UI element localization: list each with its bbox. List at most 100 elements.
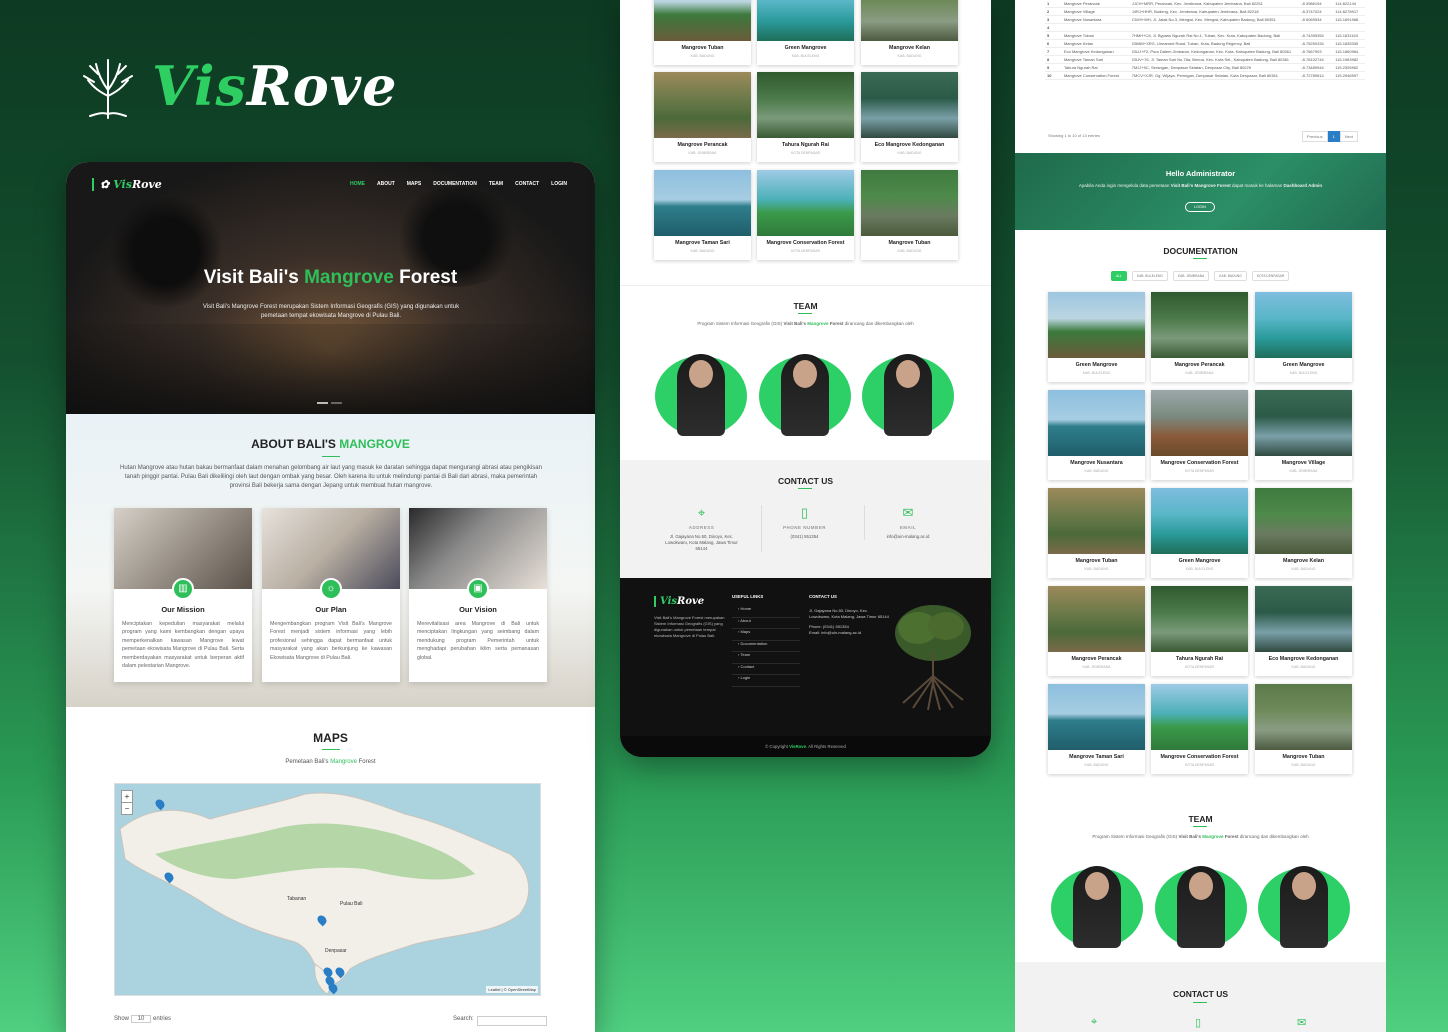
documentation-card[interactable]: Mangrove Perancak KAB. JEMBRANA (1151, 292, 1248, 382)
documentation-card[interactable]: Eco Mangrove Kedonganan KAB. BADUNG (1255, 586, 1352, 676)
image-icon: ▣ (467, 578, 489, 600)
footer-link-maps[interactable]: › Maps (732, 629, 800, 641)
documentation-card[interactable]: Mangrove Kelan KAB. BADUNG (1255, 488, 1352, 578)
documentation-card[interactable]: Mangrove Village KAB. JEMBRANA (1255, 390, 1352, 480)
footer-link-contact[interactable]: › Contact (732, 664, 800, 675)
gallery-card[interactable]: Mangrove Kelan KAB. BADUNG (861, 0, 958, 65)
gallery-card[interactable]: Mangrove Taman Sari KAB. BADUNG (654, 170, 751, 260)
nav-item-about[interactable]: ABOUT (377, 181, 395, 187)
maps-subtitle: Pemetaan Bali's Mangrove Forest (285, 759, 376, 765)
envelope-icon: ✉ (902, 505, 914, 520)
mission-card: ▥ Our Mission Menciptakan kepedulian masya… (114, 508, 252, 682)
admin-login-button[interactable]: LOGIN (1185, 202, 1215, 212)
phone-icon: ▯ (1195, 1017, 1202, 1029)
entries-length: Show 10 entries (114, 1015, 172, 1023)
filter-all[interactable]: ALL (1111, 271, 1127, 281)
gallery-card[interactable]: Eco Mangrove Kedonganan KAB. BADUNG (861, 72, 958, 162)
documentation-card[interactable]: Mangrove Conservation Forest KOTA DENPASA… (1151, 684, 1248, 774)
filter-kab-buleleng[interactable]: KAB. BULELENG (1131, 271, 1168, 281)
nav-item-contact[interactable]: CONTACT (515, 181, 539, 187)
map-attribution[interactable]: Leaflet | © OpenStreetMap (486, 986, 538, 993)
documentation-card[interactable]: Green Mangrove KAB. BULELENG (1151, 488, 1248, 578)
table-row: 7 Eco Mangrove Kedonganan G5JJ+F2, Pura Da… (1045, 47, 1365, 56)
vision-photo (409, 508, 547, 589)
documentation-photo (1048, 292, 1145, 358)
documentation-card[interactable]: Mangrove Tuban KAB. BADUNG (1048, 488, 1145, 578)
documentation-photo (1151, 292, 1248, 358)
table-row: 6 Mangrove Kelan G5MM+XRG, Unnamed Road, T… (1045, 39, 1365, 48)
documentation-card[interactable]: Green Mangrove KAB. BULELENG (1255, 292, 1352, 382)
footer-description: Visit Bali's Mangrove Forest merupakan S… (654, 615, 725, 638)
about-title: ABOUT BALI'S MANGROVE (251, 437, 410, 451)
documentation-photo (1048, 684, 1145, 750)
envelope-icon: ✉ (1297, 1017, 1307, 1029)
tree-logo-icon (83, 59, 133, 119)
documentation-photo (1255, 292, 1352, 358)
footer-link-documentation[interactable]: › Documentation (732, 641, 800, 652)
team-member-avatar (1258, 856, 1350, 948)
leaflet-map[interactable]: Pulau Bali Tabanan Denpasar + − Leaflet |… (114, 783, 541, 996)
footer: VisRove Visit Bali's Mangrove Forest mer… (620, 578, 991, 757)
navbar-logo[interactable]: ✿ VisRove (92, 177, 162, 191)
team-section: TEAM Program Sistem Informasi Geografis … (620, 285, 991, 458)
gallery-photo (757, 0, 854, 41)
team-member-avatar (1051, 856, 1143, 948)
zoom-out-button[interactable]: − (122, 803, 132, 814)
gallery-card[interactable]: Green Mangrove KAB. BULELENG (757, 0, 854, 65)
plan-card: ☼ Our Plan Mengembangkan program Visit Bal… (262, 508, 400, 682)
search-input[interactable] (476, 1016, 547, 1026)
contact-email: ✉ EMAIL info@uin-malang.ac.id (848, 505, 968, 540)
footer-link-home[interactable]: › Home (732, 606, 800, 618)
documentation-card[interactable]: Tahura Ngurah Rai KOTA DENPASAR (1151, 586, 1248, 676)
zoom-controls: + − (121, 790, 133, 815)
entries-select[interactable]: 10 (130, 1015, 152, 1023)
footer-link-about[interactable]: › About (732, 618, 800, 629)
documentation-card[interactable]: Green Mangrove KAB. BULELENG (1048, 292, 1145, 382)
previous-page-button[interactable]: Previous (1302, 131, 1328, 142)
hero-section: ✿ VisRove HOME ABOUT MAPS DOCUMENTATION TEAM C… (66, 162, 595, 414)
zoom-in-button[interactable]: + (122, 791, 132, 803)
pagination: Previous 1 Next (1302, 131, 1359, 142)
brand-logo: VisRove (74, 52, 398, 120)
documentation-card[interactable]: Mangrove Tuban KAB. BADUNG (1255, 684, 1352, 774)
documentation-card[interactable]: Mangrove Nusantara KAB. BADUNG (1048, 390, 1145, 480)
documentation-card[interactable]: Mangrove Perancak KAB. JEMBRANA (1048, 586, 1145, 676)
contact-section: CONTACT US ⌖ ADDRESS Jl. Gajayana No.50, D… (620, 460, 991, 578)
footer-contact: Jl. Gajayana No.50, Dinoyo, Kec. Lowokwa… (809, 608, 889, 635)
filter-kab-jembrana[interactable]: KAB. JEMBRANA (1172, 271, 1210, 281)
next-page-button[interactable]: Next (1339, 131, 1359, 142)
page-1-button[interactable]: 1 (1327, 131, 1340, 142)
gallery-photo (861, 170, 958, 236)
table-row: 10 Mangrove Conservation Forest 7MCV+XJR, … (1045, 71, 1365, 80)
documentation-photo (1255, 684, 1352, 750)
documentation-card[interactable]: Mangrove Conservation Forest KOTA DENPASA… (1151, 390, 1248, 480)
admin-banner: Hello Administrator Apabila Anda ingin m… (1015, 153, 1386, 230)
mobile-homepage-panel: Mangrove Tuban KAB. BADUNG Green Mangrove K… (620, 0, 991, 757)
filter-kota-denpasar[interactable]: KOTA DENPASAR (1251, 271, 1290, 281)
filter-kab-badung[interactable]: KAB. BADUNG (1214, 271, 1247, 281)
carousel-indicators[interactable] (317, 402, 342, 404)
nav-item-documentation[interactable]: DOCUMENTATION (433, 181, 477, 187)
gallery-card[interactable]: Mangrove Perancak KAB. JEMBRANA (654, 72, 751, 162)
mission-photo (114, 508, 252, 589)
documentation-photo (1151, 586, 1248, 652)
nav-item-login[interactable]: LOGIN (551, 181, 567, 187)
team-subtitle: Program Sistem Informasi Geografis (GIS)… (697, 321, 914, 326)
gallery-card[interactable]: Tahura Ngurah Rai KOTA DENPASAR (757, 72, 854, 162)
nav-item-maps[interactable]: MAPS (407, 181, 421, 187)
gallery-card[interactable]: Mangrove Tuban KAB. BADUNG (861, 170, 958, 260)
table-info: Showing 1 to 10 of 13 entries (1048, 133, 1100, 138)
nav-item-home[interactable]: HOME (350, 181, 365, 187)
nav-item-team[interactable]: TEAM (489, 181, 503, 187)
footer-link-team[interactable]: › Team (732, 652, 800, 664)
footer-link-login[interactable]: › Login (732, 675, 800, 687)
gallery-card[interactable]: Mangrove Tuban KAB. BADUNG (654, 0, 751, 65)
team-member-avatar (759, 344, 851, 436)
gallery-card[interactable]: Mangrove Conservation Forest KOTA DENPASA… (757, 170, 854, 260)
documentation-photo (1255, 488, 1352, 554)
contact-section: CONTACT US ⌖ ▯ ✉ (1015, 962, 1386, 1032)
documentation-card[interactable]: Mangrove Taman Sari KAB. BADUNG (1048, 684, 1145, 774)
navbar: ✿ VisRove HOME ABOUT MAPS DOCUMENTATION TEAM C… (66, 170, 595, 198)
vision-card: ▣ Our Vision Merevitalisasi area Mangrove … (409, 508, 547, 682)
table-row: 2 Mangrove Village J4RJ+HHR, Budeng, Kec. … (1045, 7, 1365, 16)
